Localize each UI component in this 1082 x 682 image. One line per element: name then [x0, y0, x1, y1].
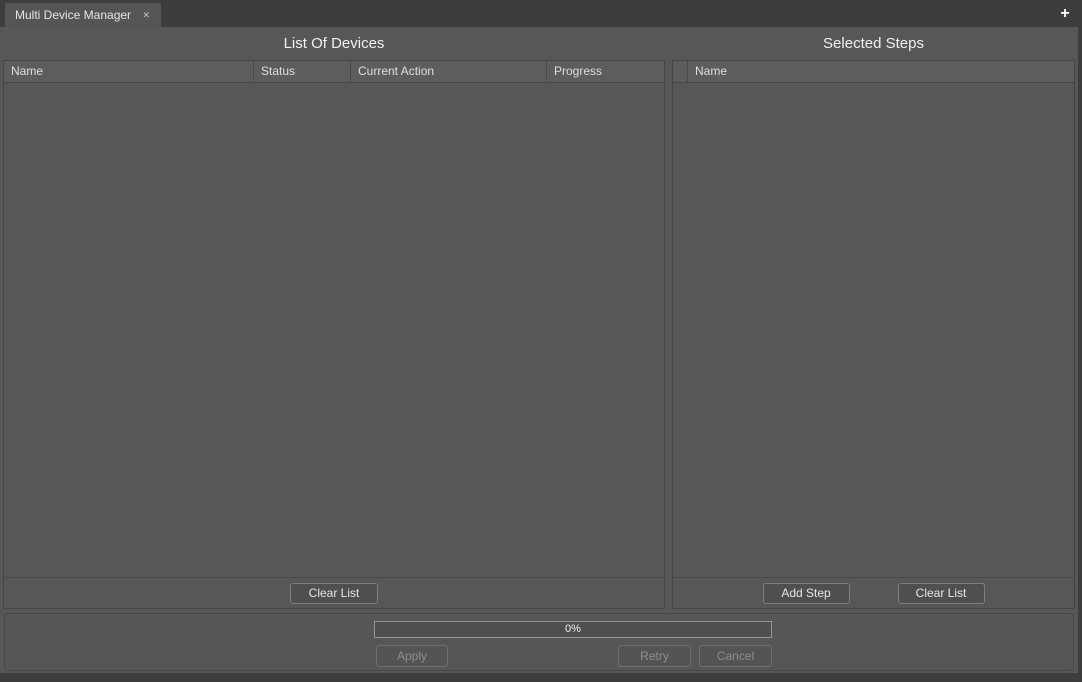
steps-grid-header: Name: [673, 61, 1074, 83]
column-header-progress[interactable]: Progress: [546, 61, 664, 82]
progress-bar: 0%: [374, 621, 772, 638]
multi-device-manager-window: Multi Device Manager ✕ + List Of Devices…: [0, 0, 1082, 682]
tab-multi-device-manager[interactable]: Multi Device Manager ✕: [5, 3, 161, 27]
devices-panel: Name Status Current Action Progress Clea…: [3, 60, 665, 609]
devices-panel-buttons: Clear List: [4, 578, 664, 608]
tab-bar: Multi Device Manager ✕ +: [0, 0, 1082, 27]
main-content: List Of Devices Selected Steps Name Stat…: [0, 27, 1078, 673]
steps-panel-buttons: Add Step Clear List: [673, 578, 1074, 608]
retry-button[interactable]: Retry: [618, 645, 691, 667]
footer-panel: 0% Apply Retry Cancel: [4, 613, 1074, 671]
column-header-current-action[interactable]: Current Action: [350, 61, 546, 82]
steps-panel: Name Add Step Clear List: [672, 60, 1075, 609]
steps-grid-body: [673, 83, 1074, 578]
devices-clear-list-button[interactable]: Clear List: [290, 583, 378, 604]
cancel-button[interactable]: Cancel: [699, 645, 772, 667]
apply-button[interactable]: Apply: [376, 645, 448, 667]
devices-grid-body: [4, 83, 664, 578]
row-selector-column-header: [673, 61, 687, 82]
progress-bar-label: 0%: [375, 622, 771, 637]
column-header-status[interactable]: Status: [253, 61, 350, 82]
column-header-name[interactable]: Name: [4, 61, 253, 82]
new-tab-button[interactable]: +: [1054, 4, 1076, 24]
steps-panel-title: Selected Steps: [672, 34, 1075, 54]
plus-icon: +: [1060, 6, 1069, 22]
add-step-button[interactable]: Add Step: [763, 583, 850, 604]
devices-panel-title: List Of Devices: [3, 34, 665, 54]
tab-close-icon[interactable]: ✕: [139, 9, 153, 22]
tab-label: Multi Device Manager: [15, 8, 139, 22]
steps-clear-list-button[interactable]: Clear List: [898, 583, 985, 604]
column-header-step-name[interactable]: Name: [687, 61, 1074, 82]
devices-grid-header: Name Status Current Action Progress: [4, 61, 664, 83]
